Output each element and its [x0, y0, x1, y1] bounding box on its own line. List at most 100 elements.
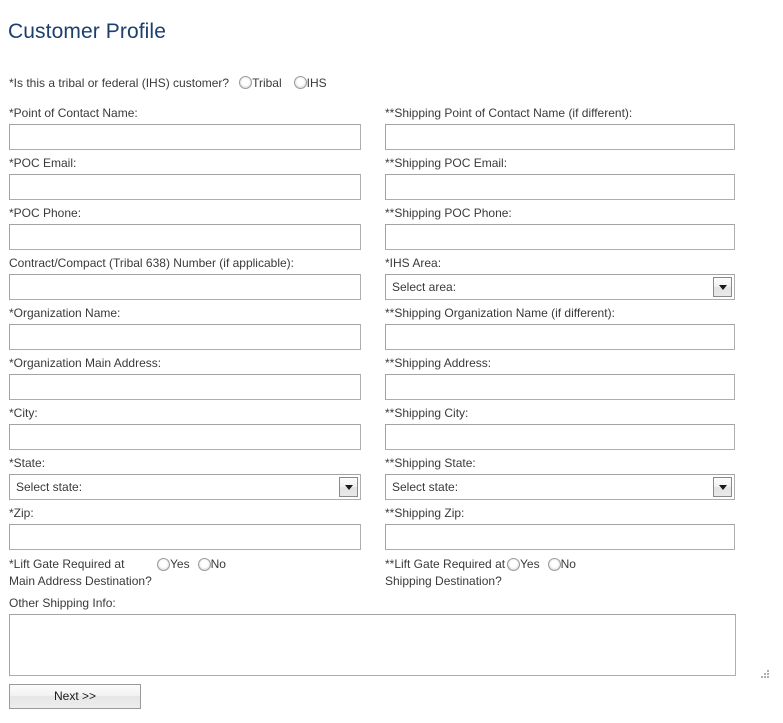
shipping-zip-input[interactable]: [385, 524, 735, 550]
shipping-poc-email-input[interactable]: [385, 174, 735, 200]
field-poc-name: *Point of Contact Name:: [9, 106, 361, 150]
liftgate-shipping-radios: Yes No: [507, 556, 584, 573]
liftgate-shipping-label-line1: **Lift Gate Required at: [385, 557, 506, 571]
form-row-email: *POC Email: **Shipping POC Email:: [0, 156, 783, 206]
form-row-contract-ihs-area: Contract/Compact (Tribal 638) Number (if…: [0, 256, 783, 306]
poc-email-input[interactable]: [9, 174, 361, 200]
form-row-organization-name: *Organization Name: **Shipping Organizat…: [0, 306, 783, 356]
org-address-label: *Organization Main Address:: [9, 356, 162, 370]
field-shipping-org-name: **Shipping Organization Name (if differe…: [385, 306, 735, 350]
shipping-poc-name-label: **Shipping Point of Contact Name (if dif…: [385, 106, 633, 120]
ihs-area-selected-value: Select area:: [392, 280, 457, 294]
org-name-label: *Organization Name:: [9, 306, 121, 320]
zip-input[interactable]: [9, 524, 361, 550]
contract-number-label: Contract/Compact (Tribal 638) Number (if…: [9, 256, 294, 270]
field-poc-email: *POC Email:: [9, 156, 361, 200]
radio-ihs[interactable]: [293, 76, 307, 89]
form-row-contact-name: *Point of Contact Name: **Shipping Point…: [0, 106, 783, 156]
liftgate-shipping-label-line2: Shipping Destination?: [385, 574, 502, 588]
chevron-down-icon[interactable]: [713, 477, 732, 497]
chevron-down-icon[interactable]: [339, 477, 358, 497]
shipping-address-label: **Shipping Address:: [385, 356, 492, 370]
field-shipping-poc-email: **Shipping POC Email:: [385, 156, 735, 200]
radio-ihs-label[interactable]: IHS: [307, 74, 339, 92]
shipping-address-input[interactable]: [385, 374, 735, 400]
city-input[interactable]: [9, 424, 361, 450]
liftgate-main: *Lift Gate Required at Yes No Main Address…: [9, 556, 361, 590]
field-shipping-address: **Shipping Address:: [385, 356, 735, 400]
next-button[interactable]: Next >>: [9, 684, 141, 709]
field-shipping-zip: **Shipping Zip:: [385, 506, 735, 550]
state-select[interactable]: Select state:: [9, 474, 361, 500]
radio-liftgate-shipping-yes-label[interactable]: Yes: [520, 556, 548, 573]
field-org-address: *Organization Main Address:: [9, 356, 361, 400]
shipping-org-name-input[interactable]: [385, 324, 735, 350]
city-label: *City:: [9, 406, 38, 420]
form-row-other-shipping-info: Other Shipping Info:: [0, 596, 783, 684]
shipping-city-input[interactable]: [385, 424, 735, 450]
shipping-state-label: **Shipping State:: [385, 456, 476, 470]
poc-name-input[interactable]: [9, 124, 361, 150]
tribal-question-label: *Is this a tribal or federal (IHS) custo…: [9, 76, 230, 90]
radio-liftgate-shipping-no-label[interactable]: No: [561, 556, 584, 573]
liftgate-shipping-group: **Lift Gate Required at Yes No Shipping De…: [385, 556, 735, 590]
customer-profile-form: *Is this a tribal or federal (IHS) custo…: [0, 74, 783, 714]
shipping-poc-email-label: **Shipping POC Email:: [385, 156, 508, 170]
field-poc-phone: *POC Phone:: [9, 206, 361, 250]
poc-phone-input[interactable]: [9, 224, 361, 250]
state-selected-value: Select state:: [16, 480, 83, 494]
form-row-tribal-question: *Is this a tribal or federal (IHS) custo…: [0, 74, 783, 100]
other-shipping-info-label: Other Shipping Info:: [9, 596, 116, 610]
ihs-area-label: *IHS Area:: [385, 256, 442, 270]
radio-liftgate-main-yes[interactable]: [157, 558, 170, 571]
form-row-address: *Organization Main Address: **Shipping A…: [0, 356, 783, 406]
form-row-state: *State: Select state: **Shipping State: …: [0, 456, 783, 506]
contract-number-input[interactable]: [9, 274, 361, 300]
radio-tribal-label[interactable]: Tribal: [252, 74, 294, 92]
tribal-question-group: *Is this a tribal or federal (IHS) custo…: [9, 74, 339, 92]
org-name-input[interactable]: [9, 324, 361, 350]
field-shipping-poc-name: **Shipping Point of Contact Name (if dif…: [385, 106, 735, 150]
chevron-down-icon[interactable]: [713, 277, 732, 297]
form-row-phone: *POC Phone: **Shipping POC Phone:: [0, 206, 783, 256]
page-title: Customer Profile: [8, 20, 166, 44]
ihs-area-select[interactable]: Select area:: [385, 274, 735, 300]
liftgate-main-radios: Yes No: [157, 556, 234, 573]
field-shipping-poc-phone: **Shipping POC Phone:: [385, 206, 735, 250]
form-row-city: *City: **Shipping City:: [0, 406, 783, 456]
shipping-city-label: **Shipping City:: [385, 406, 469, 420]
shipping-poc-name-input[interactable]: [385, 124, 735, 150]
poc-name-label: *Point of Contact Name:: [9, 106, 138, 120]
field-shipping-city: **Shipping City:: [385, 406, 735, 450]
radio-liftgate-shipping-no[interactable]: [547, 558, 561, 571]
zip-label: *Zip:: [9, 506, 34, 520]
field-ihs-area: *IHS Area: Select area:: [385, 256, 735, 300]
radio-liftgate-shipping-yes[interactable]: [507, 558, 520, 571]
form-row-liftgate: *Lift Gate Required at Yes No Main Address…: [0, 556, 783, 596]
form-row-zip: *Zip: **Shipping Zip:: [0, 506, 783, 556]
field-city: *City:: [9, 406, 361, 450]
radio-tribal[interactable]: [239, 76, 253, 89]
shipping-state-select[interactable]: Select state:: [385, 474, 735, 500]
shipping-poc-phone-label: **Shipping POC Phone:: [385, 206, 512, 220]
field-org-name: *Organization Name:: [9, 306, 361, 350]
state-label: *State:: [9, 456, 46, 470]
radio-liftgate-main-no[interactable]: [197, 558, 211, 571]
liftgate-main-label-line2: Main Address Destination?: [9, 574, 152, 588]
poc-email-label: *POC Email:: [9, 156, 77, 170]
radio-liftgate-main-no-label[interactable]: No: [211, 556, 234, 573]
field-zip: *Zip:: [9, 506, 361, 550]
field-shipping-state: **Shipping State: Select state:: [385, 456, 735, 500]
form-row-actions: Next >>: [0, 684, 783, 714]
field-contract-number: Contract/Compact (Tribal 638) Number (if…: [9, 256, 361, 300]
liftgate-main-label-line1: *Lift Gate Required at: [9, 557, 125, 571]
field-state: *State: Select state:: [9, 456, 361, 500]
resize-grip-icon: [761, 670, 769, 678]
shipping-zip-label: **Shipping Zip:: [385, 506, 465, 520]
other-shipping-info-textarea[interactable]: [9, 614, 736, 676]
radio-liftgate-main-yes-label[interactable]: Yes: [170, 556, 198, 573]
liftgate-shipping: **Lift Gate Required at Yes No Shipping De…: [385, 556, 735, 590]
org-address-input[interactable]: [9, 374, 361, 400]
shipping-state-selected-value: Select state:: [392, 480, 459, 494]
shipping-poc-phone-input[interactable]: [385, 224, 735, 250]
